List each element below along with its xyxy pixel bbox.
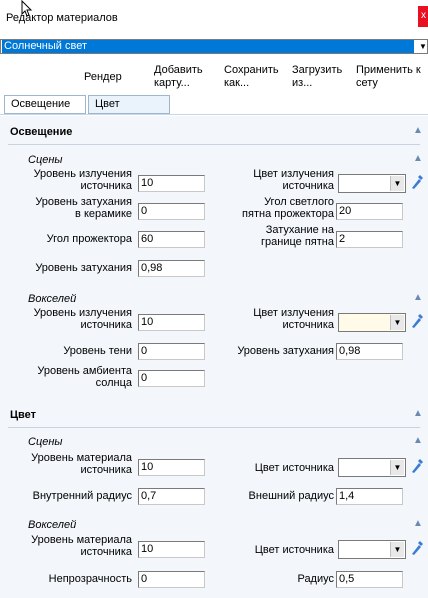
collapse-icon[interactable]: ▲ [412, 292, 424, 304]
emission-color-select[interactable]: ▼ [338, 174, 406, 193]
chevron-down-icon[interactable]: ▼ [390, 315, 404, 330]
material-level-field[interactable]: 10 [138, 459, 205, 476]
tab-color[interactable]: Цвет [88, 95, 170, 114]
radius-label: Радиус [297, 573, 334, 585]
emission-level-field[interactable]: 10 [138, 175, 205, 192]
divider [8, 144, 420, 145]
close-button[interactable]: x [418, 6, 428, 27]
source-color-label: Цвет источника [254, 462, 334, 474]
eyedropper-icon[interactable] [409, 456, 425, 474]
voxel-attenuation-label: Уровень затухания [237, 345, 334, 357]
outer-radius-field[interactable]: 1,4 [336, 488, 403, 505]
edge-falloff-label: Затухание на границе пятна [261, 224, 334, 248]
section-lighting-title: Освещение [10, 126, 73, 138]
shadow-level-label: Уровень тени [63, 345, 132, 357]
ceramic-attenuation-label: Уровень затухания в керамике [35, 196, 132, 220]
voxel-material-level-label: Уровень материала источника [31, 534, 132, 558]
preset-select[interactable]: Солнечный свет ▼ [0, 39, 428, 54]
apply-to-set-button[interactable]: Применить к сету [356, 64, 428, 90]
material-level-label: Уровень материала источника [31, 452, 132, 476]
spot-angle-field[interactable]: 20 [336, 203, 403, 220]
ceramic-attenuation-field[interactable]: 0 [138, 203, 205, 220]
subsection-color-scenes-title: Сцены [28, 436, 63, 448]
add-map-button[interactable]: Добавить карту... [154, 64, 203, 90]
collapse-icon[interactable]: ▲ [412, 125, 424, 137]
radius-field[interactable]: 0,5 [336, 571, 403, 588]
inner-radius-label: Внутренний радиус [32, 490, 132, 502]
render-button[interactable]: Рендер [84, 71, 122, 84]
voxel-material-level-field[interactable]: 10 [138, 541, 205, 558]
title-bar: Редактор материалов x [0, 0, 428, 33]
tab-lighting[interactable]: Освещение [4, 95, 86, 114]
chevron-down-icon[interactable]: ▼ [390, 176, 404, 191]
opacity-label: Непрозрачность [48, 573, 132, 585]
sun-ambient-field[interactable]: 0 [138, 370, 205, 387]
inner-radius-field[interactable]: 0,7 [138, 488, 205, 505]
properties-panel: Освещение ▲ Сцены ▲ Уровень излучения ис… [0, 116, 428, 598]
sun-ambient-label: Уровень амбиента солнца [37, 365, 132, 389]
emission-level-label: Уровень излучения источника [33, 168, 132, 192]
voxel-source-color-select[interactable]: ▼ [338, 540, 406, 559]
load-from-button[interactable]: Загрузить из... [292, 64, 342, 90]
collapse-icon[interactable]: ▲ [412, 518, 424, 530]
subsection-color-voxels-title: Вокселей [28, 519, 77, 531]
chevron-down-icon[interactable]: ▼ [390, 460, 404, 475]
shadow-level-field[interactable]: 0 [138, 343, 205, 360]
attenuation-label: Уровень затухания [35, 262, 132, 274]
tab-bar: Освещение Цвет [0, 93, 428, 115]
subsection-voxels-title: Вокселей [28, 293, 77, 305]
voxel-source-color-label: Цвет источника [254, 544, 334, 556]
attenuation-field[interactable]: 0,98 [138, 260, 205, 277]
outer-radius-label: Внешний радиус [248, 490, 334, 502]
eyedropper-icon[interactable] [409, 172, 425, 190]
section-color-title: Цвет [10, 409, 37, 421]
mouse-cursor-icon [21, 0, 33, 21]
eyedropper-icon[interactable] [409, 538, 425, 556]
subsection-scenes-title: Сцены [28, 154, 63, 166]
source-color-select[interactable]: ▼ [338, 458, 406, 477]
voxel-emission-level-label: Уровень излучения источника [33, 307, 132, 331]
spot-angle-label: Угол светлого пятна прожектора [242, 196, 334, 220]
voxel-emission-level-field[interactable]: 10 [138, 314, 205, 331]
collapse-icon[interactable]: ▲ [412, 153, 424, 165]
collapse-icon[interactable]: ▲ [412, 408, 424, 420]
chevron-down-icon[interactable]: ▼ [390, 542, 404, 557]
divider [8, 427, 420, 428]
edge-falloff-field[interactable]: 2 [336, 231, 403, 248]
chevron-down-icon[interactable]: ▼ [417, 40, 428, 53]
voxel-attenuation-field[interactable]: 0,98 [336, 343, 403, 360]
save-as-button[interactable]: Сохранить как... [224, 64, 279, 90]
voxel-emission-color-label: Цвет излучения источника [253, 307, 334, 331]
voxel-emission-color-select[interactable]: ▼ [338, 313, 406, 332]
preset-selected-value: Солнечный свет [2, 40, 414, 53]
projector-angle-label: Угол прожектора [46, 233, 132, 245]
emission-color-label: Цвет излучения источника [253, 168, 334, 192]
eyedropper-icon[interactable] [409, 311, 425, 329]
opacity-field[interactable]: 0 [138, 571, 205, 588]
projector-angle-field[interactable]: 60 [138, 231, 205, 248]
collapse-icon[interactable]: ▲ [412, 435, 424, 447]
